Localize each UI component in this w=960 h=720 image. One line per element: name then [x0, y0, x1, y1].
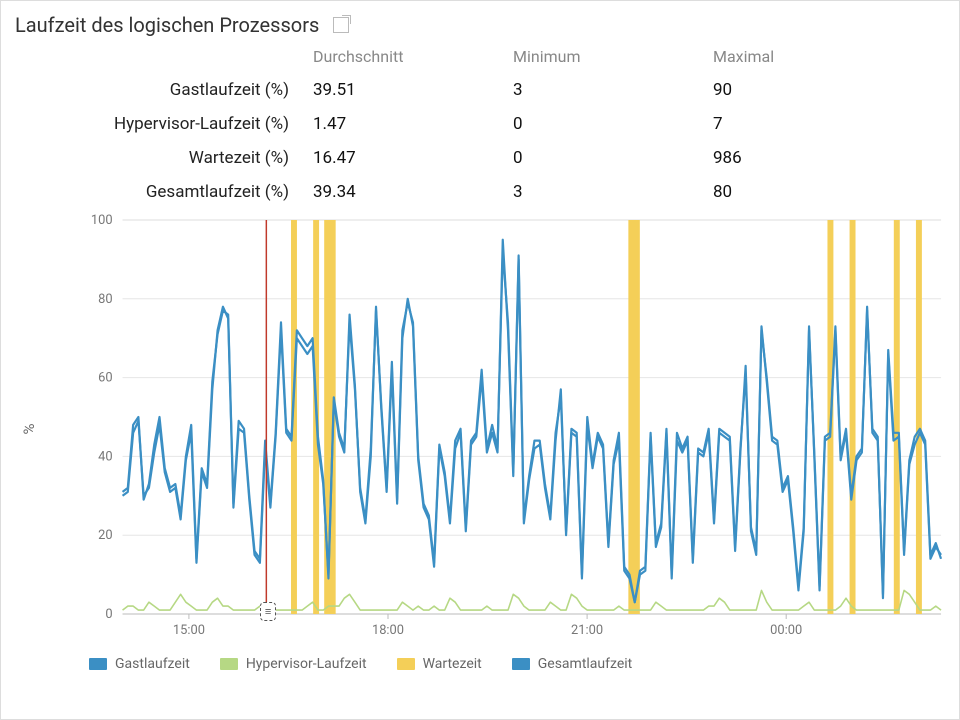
col-max: Maximal: [713, 47, 913, 66]
row-label: Gastlaufzeit (%): [13, 80, 313, 100]
panel: Laufzeit des logischen Prozessors Durchs…: [0, 0, 960, 720]
legend-item[interactable]: Wartezeit: [397, 656, 482, 672]
svg-text:60: 60: [98, 371, 112, 386]
row-min: 3: [513, 182, 713, 202]
svg-text:15:00: 15:00: [173, 623, 205, 638]
legend-item[interactable]: Hypervisor-Laufzeit: [220, 656, 367, 672]
row-max: 7: [713, 114, 913, 134]
row-min: 3: [513, 80, 713, 100]
svg-text:20: 20: [98, 528, 112, 543]
row-max: 986: [713, 148, 913, 168]
svg-text:40: 40: [98, 449, 112, 464]
chart-canvas: 0 20 40 60 80 100 15:00 18:00 21:00 00:00: [73, 214, 945, 644]
svg-text:00:00: 00:00: [770, 623, 802, 638]
legend-item[interactable]: Gesamtlaufzeit: [512, 656, 633, 672]
svg-text:80: 80: [98, 292, 112, 307]
chart[interactable]: % 0 20 40 60 80 100 15:00 18:00 21:00 00:00 ≡: [13, 214, 947, 644]
row-max: 90: [713, 80, 913, 100]
svg-text:18:00: 18:00: [372, 623, 404, 638]
svg-text:0: 0: [105, 607, 112, 622]
annotation-icon[interactable]: ≡: [260, 602, 276, 621]
row-avg: 16.47: [313, 148, 513, 168]
row-min: 0: [513, 114, 713, 134]
row-label: Gesamtlaufzeit (%): [13, 182, 313, 202]
col-min: Minimum: [513, 47, 713, 66]
legend-item[interactable]: Gastlaufzeit: [89, 656, 190, 672]
legend: Gastlaufzeit Hypervisor-Laufzeit Warteze…: [89, 656, 947, 672]
row-label: Hypervisor-Laufzeit (%): [13, 114, 313, 134]
legend-label: Gastlaufzeit: [115, 656, 190, 672]
page-title: Laufzeit des logischen Prozessors: [15, 13, 319, 37]
stats-table: Durchschnitt Minimum Maximal Gastlaufzei…: [13, 47, 947, 202]
row-avg: 39.51: [313, 80, 513, 100]
title-row: Laufzeit des logischen Prozessors: [15, 13, 947, 37]
legend-label: Wartezeit: [423, 656, 482, 672]
row-avg: 39.34: [313, 182, 513, 202]
row-avg: 1.47: [313, 114, 513, 134]
external-link-icon[interactable]: [333, 17, 349, 33]
col-avg: Durchschnitt: [313, 47, 513, 66]
row-min: 0: [513, 148, 713, 168]
row-label: Wartezeit (%): [13, 148, 313, 168]
svg-text:100: 100: [91, 214, 113, 228]
svg-text:21:00: 21:00: [571, 623, 603, 638]
legend-label: Hypervisor-Laufzeit: [246, 656, 367, 672]
row-max: 80: [713, 182, 913, 202]
legend-label: Gesamtlaufzeit: [538, 656, 633, 672]
y-axis-label: %: [20, 424, 38, 435]
